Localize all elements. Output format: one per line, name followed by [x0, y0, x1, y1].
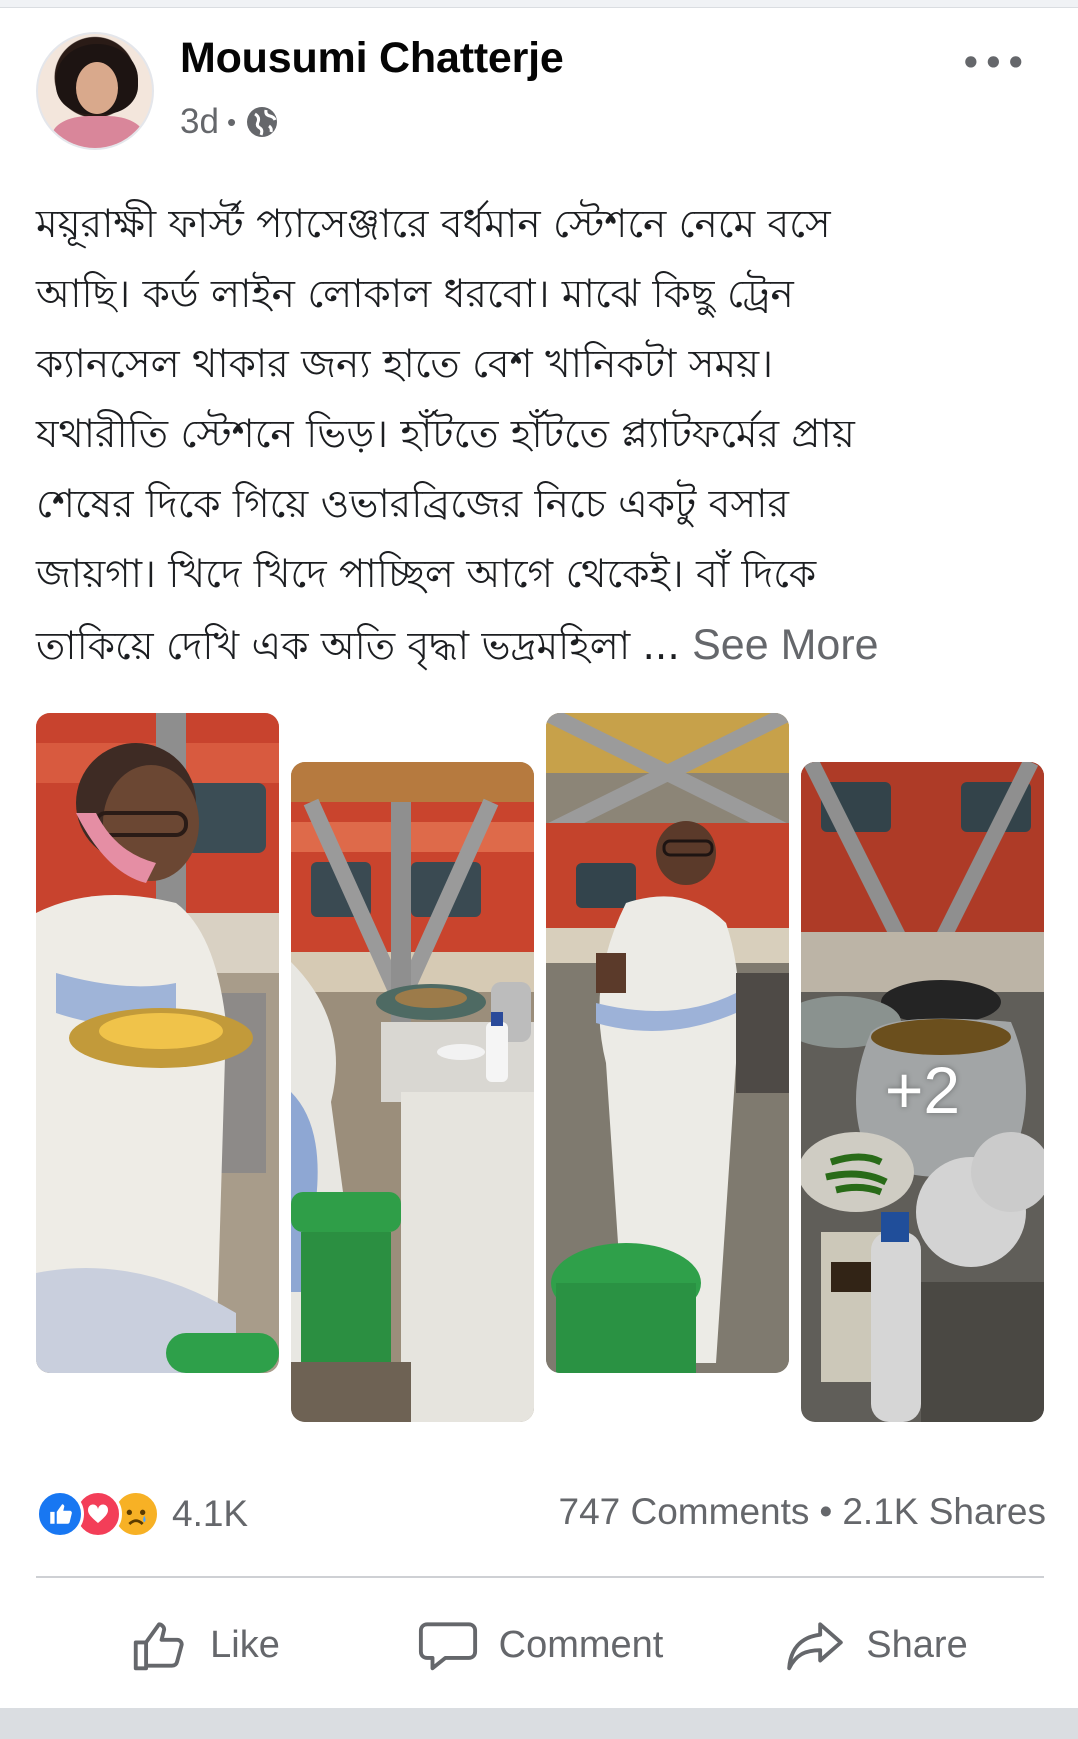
- comment-button[interactable]: Comment: [372, 1600, 708, 1690]
- post-time[interactable]: 3d: [180, 102, 219, 142]
- post-text: ময়ূরাক্ষী ফার্স্ট প্যাসেঞ্জারে বর্ধমান …: [36, 190, 1046, 682]
- post-actions: Like Comment Share: [36, 1600, 1044, 1690]
- post-stats: 4.1K 747 Comments • 2.1K Shares: [36, 1485, 1046, 1541]
- post-photo-4[interactable]: +2: [801, 762, 1044, 1422]
- post-text-line: ময়ূরাক্ষী ফার্স্ট প্যাসেঞ্জারে বর্ধমান …: [36, 202, 831, 247]
- post-text-line: জায়গা। খিদে খিদে পাচ্ছিল আগে থেকেই। বাঁ…: [36, 552, 817, 597]
- like-reaction-icon: [36, 1490, 84, 1538]
- shares-count[interactable]: 2.1K Shares: [842, 1491, 1046, 1533]
- engagement-counts: 747 Comments • 2.1K Shares: [559, 1491, 1047, 1533]
- post-photo-3[interactable]: [546, 713, 789, 1373]
- post-photo-2[interactable]: [291, 762, 534, 1422]
- post-meta: 3d •: [180, 102, 280, 142]
- like-icon: [133, 1622, 184, 1671]
- top-separator: [0, 0, 1078, 8]
- post-header: Mousumi Chatterje 3d • •••: [36, 30, 1046, 152]
- meta-separator: •: [226, 106, 237, 137]
- reactions-summary[interactable]: 4.1K: [36, 1489, 248, 1539]
- comments-count[interactable]: 747 Comments: [559, 1491, 810, 1533]
- like-button[interactable]: Like: [36, 1600, 372, 1690]
- comment-icon: [418, 1622, 477, 1671]
- author-avatar[interactable]: [36, 32, 154, 150]
- post-text-line: যথারীতি স্টেশনে ভিড়। হাঁটতে হাঁটতে প্ল্…: [36, 412, 855, 457]
- share-icon: [787, 1622, 844, 1671]
- counts-separator: •: [819, 1491, 833, 1532]
- share-button[interactable]: Share: [708, 1600, 1044, 1690]
- post-text-line: শেষের দিকে গিয়ে ওভারব্রিজের নিচে একটু ব…: [36, 482, 789, 527]
- author-name[interactable]: Mousumi Chatterje: [180, 34, 564, 83]
- post-text-line: তাকিয়ে দেখি এক অতি বৃদ্ধা ভদ্রমহিলা ...: [36, 624, 693, 669]
- actions-divider: [36, 1576, 1044, 1578]
- reaction-count: 4.1K: [172, 1493, 249, 1534]
- see-more-link[interactable]: See More: [692, 621, 878, 669]
- like-label: Like: [210, 1623, 280, 1666]
- post-text-line: ক্যানসেল থাকার জন্য হাতে বেশ খানিকটা সময…: [36, 342, 774, 387]
- feed-separator: [0, 1708, 1078, 1739]
- post-photo-1[interactable]: [36, 713, 279, 1373]
- comment-label: Comment: [498, 1623, 664, 1666]
- globe-icon: [244, 104, 280, 140]
- share-label: Share: [866, 1623, 968, 1666]
- post-text-last-line: তাকিয়ে দেখি এক অতি বৃদ্ধা ভদ্রমহিলা ...…: [36, 610, 1046, 682]
- more-photos-overlay[interactable]: +2: [801, 762, 1044, 1422]
- post-text-line: আছি। কর্ড লাইন লোকাল ধরবো। মাঝে কিছু ট্র…: [36, 272, 794, 317]
- more-options-icon[interactable]: •••: [961, 44, 1028, 82]
